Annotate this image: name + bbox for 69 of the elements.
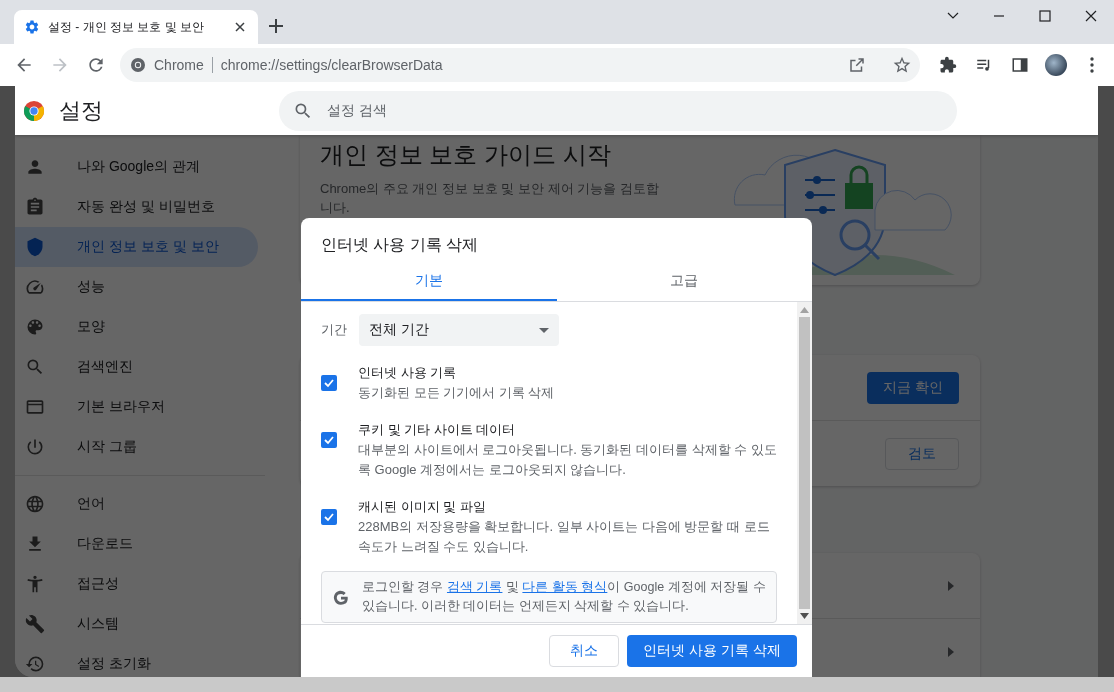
sidebar-item[interactable]: 설정 초기화: [15, 644, 258, 677]
puzzle-icon[interactable]: [939, 56, 957, 74]
dropdown-arrow-icon: [539, 327, 549, 333]
sidebar-item[interactable]: 접근성: [15, 564, 258, 604]
address-bar[interactable]: Chrome chrome://settings/clearBrowserData: [120, 48, 920, 82]
sidebar-item[interactable]: 시작 그룹: [15, 427, 258, 467]
gear-icon: [24, 19, 40, 35]
sidebar-item[interactable]: 다운로드: [15, 524, 258, 564]
option-title: 쿠키 및 기타 사이트 데이터: [358, 421, 517, 439]
notice-text: 로그인할 경우 검색 기록 및 다른 활동 형식 이 Google 계정에 저장될 수 있습니다. 이러한 데이터는 언제든지 삭제할 수 있습니다.: [362, 579, 766, 615]
google-g-icon: [332, 589, 350, 607]
sidebar-item[interactable]: 언어: [15, 484, 258, 524]
palette-icon: [25, 317, 45, 337]
search-field[interactable]: 설정 검색: [279, 90, 957, 131]
shield-icon: [25, 237, 45, 257]
check-now-button[interactable]: 지금 확인: [867, 371, 959, 404]
site-label: Chrome: [154, 57, 204, 73]
dialog-tab[interactable]: 기본: [301, 262, 557, 301]
checkbox[interactable]: [321, 432, 337, 448]
checkbox[interactable]: [321, 509, 337, 525]
scrollbar[interactable]: [797, 302, 812, 624]
option-description: 대부분의 사이트에서 로그아웃됩니다. 동기화된 데이터를 삭제할 수 있도록 Google 계정에서는 로그아웃되지 않습니다.: [358, 441, 778, 479]
history-icon: [25, 654, 45, 674]
card-description: Chrome의 주요 개인 정보 보호 및 보안 제어 기능을 검토합니다.: [320, 180, 660, 217]
star-icon[interactable]: [892, 55, 912, 75]
reload-icon: [86, 55, 106, 75]
cancel-button[interactable]: 취소: [549, 635, 620, 667]
sidebar-item[interactable]: 기본 브라우저: [15, 387, 258, 427]
share-icon[interactable]: [848, 56, 866, 74]
menu-icon[interactable]: [1090, 57, 1094, 73]
avatar[interactable]: [1045, 54, 1067, 76]
review-button[interactable]: 검토: [885, 437, 959, 470]
option-description: 동기화된 모든 기기에서 기록 삭제: [358, 384, 556, 402]
wrench-icon: [25, 614, 45, 634]
sidebar-item[interactable]: 모양: [15, 307, 258, 347]
side-panel-icon[interactable]: [1011, 56, 1029, 74]
caret-right-icon[interactable]: [948, 646, 954, 657]
option-title: 캐시된 이미지 및 파일: [358, 498, 487, 516]
browser-tab[interactable]: 설정 - 개인 정보 보호 및 보안: [14, 10, 258, 44]
gauge-icon: [25, 277, 45, 297]
chrome-icon: [130, 57, 146, 73]
clipboard-icon: [25, 197, 45, 217]
sidebar-item[interactable]: 검색엔진: [15, 347, 258, 387]
sidebar-item[interactable]: 개인 정보 보호 및 보안: [15, 227, 258, 267]
browser-window-icon: [25, 397, 45, 417]
standing-figure-icon: [25, 574, 45, 594]
card-title: 개인 정보 보호 가이드 시작: [320, 140, 612, 170]
notice-link[interactable]: 다른 활동 형식: [522, 580, 608, 594]
scroll-down-arrow-icon[interactable]: [800, 613, 809, 619]
sidebar-item[interactable]: 나와 Google의 관계: [15, 147, 258, 187]
period-label: 기간: [321, 321, 347, 339]
url-text: chrome://settings/clearBrowserData: [220, 57, 444, 73]
caret-right-icon[interactable]: [948, 580, 954, 591]
chrome-logo: [23, 99, 45, 122]
option-title: 인터넷 사용 기록: [358, 364, 458, 382]
globe-icon: [25, 494, 45, 514]
sidebar-item[interactable]: 성능: [15, 267, 258, 307]
power-icon: [25, 437, 45, 457]
dialog-title: 인터넷 사용 기록 삭제: [320, 235, 480, 255]
search-icon: [25, 357, 45, 377]
sidebar-item[interactable]: 자동 완성 및 비밀번호: [15, 187, 258, 227]
checkbox[interactable]: [321, 375, 337, 391]
dialog-tab[interactable]: 고급: [556, 262, 812, 301]
option-description: 228MB의 저장용량을 확보합니다. 일부 사이트는 다음에 방문할 때 로드 속도가 느려질 수도 있습니다.: [358, 518, 771, 556]
delete-button[interactable]: 인터넷 사용 기록 삭제: [627, 635, 797, 667]
page-title: 설정: [59, 96, 104, 125]
sidebar-item[interactable]: 시스템: [15, 604, 258, 644]
notice-link[interactable]: 검색 기록: [446, 580, 503, 594]
period-dropdown[interactable]: 전체 기간: [359, 314, 559, 346]
